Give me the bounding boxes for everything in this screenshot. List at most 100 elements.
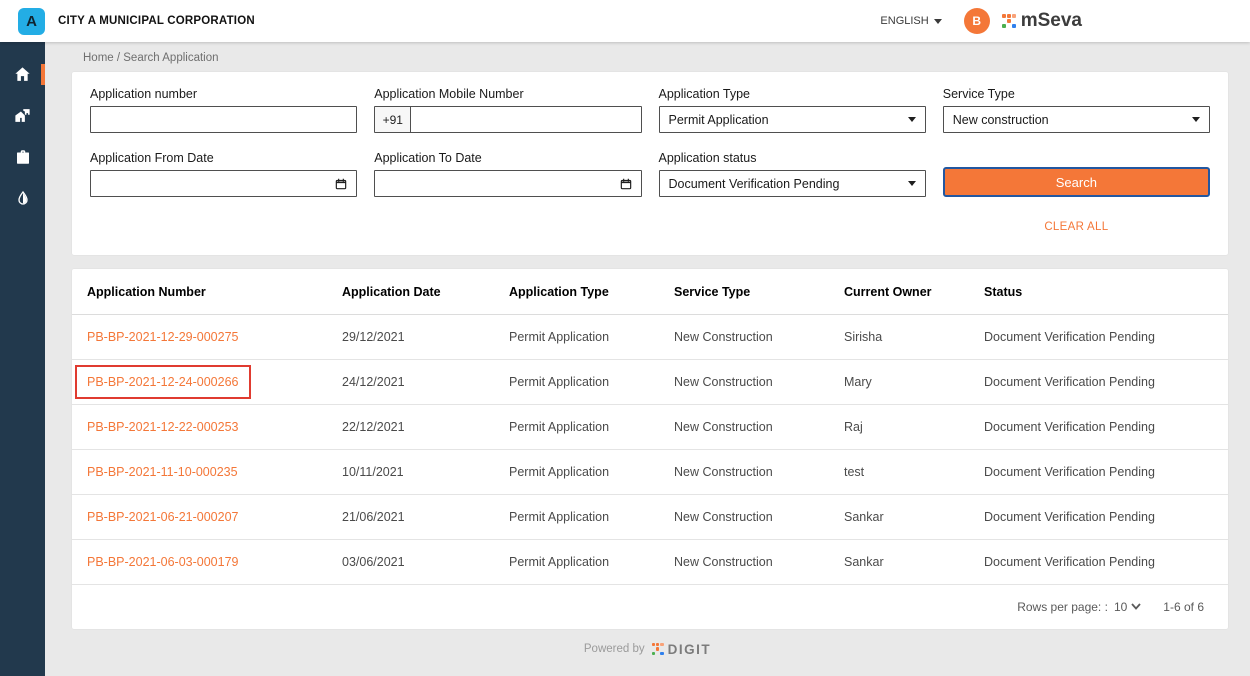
mseva-logo: mSeva xyxy=(1002,10,1082,32)
footer: Powered by DIGIT xyxy=(45,629,1250,669)
language-selector[interactable]: ENGLISH xyxy=(880,15,941,27)
service-type-cell: New Construction xyxy=(674,510,844,524)
city-logo-letter: A xyxy=(26,13,37,30)
application-type-value: Permit Application xyxy=(669,113,769,127)
application-number-cell: PB-BP-2021-12-22-000253 xyxy=(87,420,342,434)
application-status-value: Document Verification Pending xyxy=(669,177,840,191)
sidebar-item-building-permit[interactable] xyxy=(0,95,45,136)
status-cell: Document Verification Pending xyxy=(984,510,1228,524)
city-logo: A xyxy=(18,8,45,35)
powered-by-text: Powered by xyxy=(584,643,645,655)
service-type-field: Service Type New construction xyxy=(943,87,1210,133)
status-cell: Document Verification Pending xyxy=(984,375,1228,389)
application-number-input[interactable] xyxy=(91,107,356,132)
sidebar xyxy=(0,42,45,676)
col-application-date: Application Date xyxy=(342,285,509,299)
avatar-letter: B xyxy=(972,14,981,28)
city-name: CITY A MUNICIPAL CORPORATION xyxy=(58,15,255,27)
chevron-down-icon xyxy=(1131,603,1141,610)
water-drop-icon xyxy=(15,190,31,206)
mseva-dots-icon xyxy=(1002,14,1016,28)
rows-per-page-value: 10 xyxy=(1114,600,1127,614)
chevron-down-icon xyxy=(908,117,916,122)
calendar-icon xyxy=(334,177,348,191)
application-status-select[interactable]: Document Verification Pending xyxy=(659,170,926,197)
application-number-field: Application number xyxy=(90,87,357,133)
service-type-cell: New Construction xyxy=(674,420,844,434)
application-type-cell: Permit Application xyxy=(509,510,674,524)
status-cell: Document Verification Pending xyxy=(984,420,1228,434)
table-row: PB-BP-2021-12-22-000253 22/12/2021 Permi… xyxy=(72,405,1228,450)
top-header: A CITY A MUNICIPAL CORPORATION ENGLISH B… xyxy=(0,0,1250,42)
chevron-down-icon xyxy=(908,181,916,186)
pagination-bar: Rows per page: : 10 1-6 of 6 xyxy=(72,585,1228,629)
mobile-number-label: Application Mobile Number xyxy=(374,87,641,101)
application-number-link[interactable]: PB-BP-2021-12-24-000266 xyxy=(75,365,251,399)
application-type-select[interactable]: Permit Application xyxy=(659,106,926,133)
from-date-input[interactable] xyxy=(90,170,357,197)
service-type-cell: New Construction xyxy=(674,555,844,569)
service-type-cell: New Construction xyxy=(674,465,844,479)
current-owner-cell: test xyxy=(844,465,984,479)
application-number-link[interactable]: PB-BP-2021-06-03-000179 xyxy=(87,555,239,569)
clear-all-row: CLEAR ALL xyxy=(943,217,1210,235)
results-table-card: Application Number Application Date Appl… xyxy=(72,269,1228,629)
table-row: PB-BP-2021-06-21-000207 21/06/2021 Permi… xyxy=(72,495,1228,540)
service-type-value: New construction xyxy=(953,113,1049,127)
sidebar-item-home[interactable] xyxy=(0,54,45,95)
clear-all-link[interactable]: CLEAR ALL xyxy=(1044,221,1108,233)
mobile-number-input[interactable] xyxy=(411,107,640,132)
application-number-link[interactable]: PB-BP-2021-11-10-000235 xyxy=(87,465,238,479)
table-header-row: Application Number Application Date Appl… xyxy=(72,269,1228,315)
application-number-link[interactable]: PB-BP-2021-06-21-000207 xyxy=(87,510,239,524)
table-row: PB-BP-2021-12-24-000266 24/12/2021 Permi… xyxy=(72,360,1228,405)
application-date-cell: 03/06/2021 xyxy=(342,555,509,569)
sidebar-item-water-sewerage[interactable] xyxy=(0,177,45,218)
user-avatar[interactable]: B xyxy=(964,8,990,34)
col-application-type: Application Type xyxy=(509,285,674,299)
service-type-select[interactable]: New construction xyxy=(943,106,1210,133)
briefcase-icon xyxy=(14,148,32,166)
application-number-link[interactable]: PB-BP-2021-12-29-000275 xyxy=(87,330,239,344)
table-row: PB-BP-2021-11-10-000235 10/11/2021 Permi… xyxy=(72,450,1228,495)
from-date-label: Application From Date xyxy=(90,151,357,165)
sidebar-item-employee-services[interactable] xyxy=(0,136,45,177)
rows-per-page-select[interactable]: 10 xyxy=(1114,600,1141,614)
col-application-number: Application Number xyxy=(87,285,342,299)
to-date-input[interactable] xyxy=(374,170,641,197)
to-date-label: Application To Date xyxy=(374,151,641,165)
application-number-label: Application number xyxy=(90,87,357,101)
search-button[interactable]: Search xyxy=(943,167,1210,197)
table-row: PB-BP-2021-12-29-000275 29/12/2021 Permi… xyxy=(72,315,1228,360)
application-type-cell: Permit Application xyxy=(509,330,674,344)
main-content: Home / Search Application Application nu… xyxy=(45,42,1250,676)
table-row: PB-BP-2021-06-03-000179 03/06/2021 Permi… xyxy=(72,540,1228,585)
digit-logo[interactable]: DIGIT xyxy=(652,642,712,657)
status-cell: Document Verification Pending xyxy=(984,330,1228,344)
current-owner-cell: Mary xyxy=(844,375,984,389)
application-type-cell: Permit Application xyxy=(509,465,674,479)
service-type-label: Service Type xyxy=(943,87,1210,101)
application-date-cell: 24/12/2021 xyxy=(342,375,509,389)
mobile-prefix: +91 xyxy=(375,107,411,132)
table-body: PB-BP-2021-12-29-000275 29/12/2021 Permi… xyxy=(72,315,1228,585)
mobile-number-field: Application Mobile Number +91 xyxy=(374,87,641,133)
current-owner-cell: Raj xyxy=(844,420,984,434)
application-date-cell: 29/12/2021 xyxy=(342,330,509,344)
search-button-wrap: Search xyxy=(943,151,1210,197)
current-owner-cell: Sankar xyxy=(844,510,984,524)
mseva-brand-text: mSeva xyxy=(1021,10,1082,32)
application-type-cell: Permit Application xyxy=(509,420,674,434)
application-type-cell: Permit Application xyxy=(509,555,674,569)
header-right: ENGLISH B mSeva xyxy=(880,8,1082,34)
calendar-icon xyxy=(619,177,633,191)
application-number-link[interactable]: PB-BP-2021-12-22-000253 xyxy=(87,420,239,434)
building-permit-icon xyxy=(13,106,32,125)
application-type-field: Application Type Permit Application xyxy=(659,87,926,133)
application-status-field: Application status Document Verification… xyxy=(659,151,926,197)
service-type-cell: New Construction xyxy=(674,375,844,389)
application-type-label: Application Type xyxy=(659,87,926,101)
application-number-cell: PB-BP-2021-06-03-000179 xyxy=(87,555,342,569)
rows-per-page-label: Rows per page: : xyxy=(1017,600,1108,614)
col-status: Status xyxy=(984,285,1228,299)
